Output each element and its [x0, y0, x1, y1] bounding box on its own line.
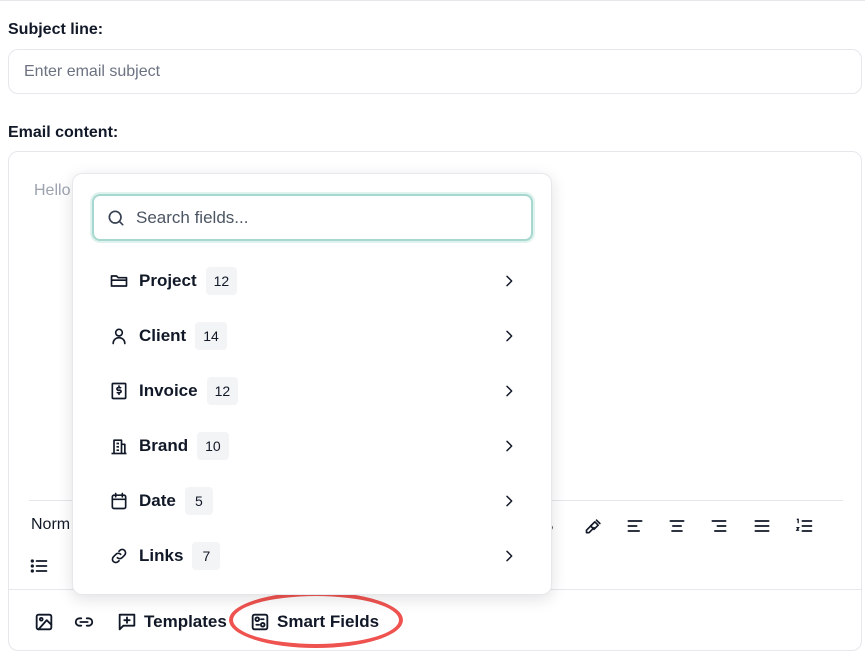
field-count-badge: 7: [192, 542, 221, 570]
search-icon: [108, 210, 124, 225]
bullet-list-button[interactable]: [27, 554, 51, 578]
field-category-label: Client: [139, 326, 187, 345]
align-justify-button[interactable]: [750, 514, 774, 538]
search-fields-box[interactable]: [92, 194, 533, 241]
highlight-button[interactable]: [582, 514, 606, 538]
search-fields-input[interactable]: [136, 207, 516, 228]
chevron-right-icon: [506, 330, 513, 342]
editor-bottom-bar: Templates Smart Fields: [9, 589, 861, 651]
field-count-badge: 14: [195, 322, 227, 350]
image-icon: [35, 613, 53, 631]
field-category-label: Links: [139, 546, 184, 565]
chevron-right-icon: [506, 440, 513, 452]
align-center-icon: [669, 520, 685, 532]
message-plus-icon: [118, 613, 136, 631]
link-icon: [111, 548, 127, 564]
templates-button[interactable]: Templates: [116, 610, 227, 634]
align-center-button[interactable]: [665, 514, 689, 538]
chevron-right-icon: [506, 385, 513, 397]
insert-link-button[interactable]: [73, 610, 95, 634]
email-content-label: Email content:: [8, 124, 119, 141]
field-category-date[interactable]: Date 5: [108, 485, 518, 517]
ordered-list-button[interactable]: [792, 514, 816, 538]
insert-image-button[interactable]: [33, 610, 55, 634]
link-icon: [74, 617, 94, 627]
chevron-right-icon: [506, 550, 513, 562]
templates-label: Templates: [144, 612, 227, 631]
align-justify-icon: [754, 520, 770, 532]
field-category-project[interactable]: Project 12: [108, 265, 518, 297]
highlighter-icon: [585, 519, 601, 534]
field-category-invoice[interactable]: Invoice 12: [108, 375, 518, 407]
user-icon: [112, 328, 126, 345]
field-category-brand[interactable]: Brand 10: [108, 430, 518, 462]
field-category-label: Project: [139, 271, 197, 290]
field-category-label: Date: [139, 491, 176, 510]
field-count-badge: 5: [184, 487, 213, 515]
field-count-badge: 12: [206, 377, 239, 405]
subject-input[interactable]: [8, 49, 862, 94]
align-left-icon: [627, 520, 643, 532]
field-category-label: Brand: [139, 436, 189, 455]
align-right-button[interactable]: [707, 514, 731, 538]
smart-fields-dropdown: Project 12 Client 14 Invoice 12 Brand 10…: [72, 173, 552, 595]
building-icon: [111, 439, 127, 455]
align-right-icon: [711, 520, 727, 532]
smart-fields-highlight-ring: [229, 592, 403, 648]
top-divider: [0, 0, 865, 1]
bullet-list-icon: [30, 559, 48, 573]
receipt-dollar-icon: [111, 382, 127, 400]
chevron-right-icon: [506, 495, 513, 507]
field-category-links[interactable]: Links 7: [108, 540, 518, 572]
subject-label: Subject line:: [8, 21, 104, 38]
editor-placeholder: Hello: [34, 182, 71, 199]
folder-icon: [110, 275, 128, 287]
field-category-client[interactable]: Client 14: [108, 320, 518, 352]
calendar-icon: [111, 492, 127, 510]
ordered-list-icon: [795, 518, 813, 532]
field-category-label: Invoice: [139, 381, 198, 400]
text-style-select[interactable]: Norm: [31, 516, 70, 534]
chevron-right-icon: [506, 275, 513, 287]
field-count-badge: 12: [205, 267, 238, 295]
align-left-button[interactable]: [623, 514, 647, 538]
field-count-badge: 10: [197, 432, 229, 460]
